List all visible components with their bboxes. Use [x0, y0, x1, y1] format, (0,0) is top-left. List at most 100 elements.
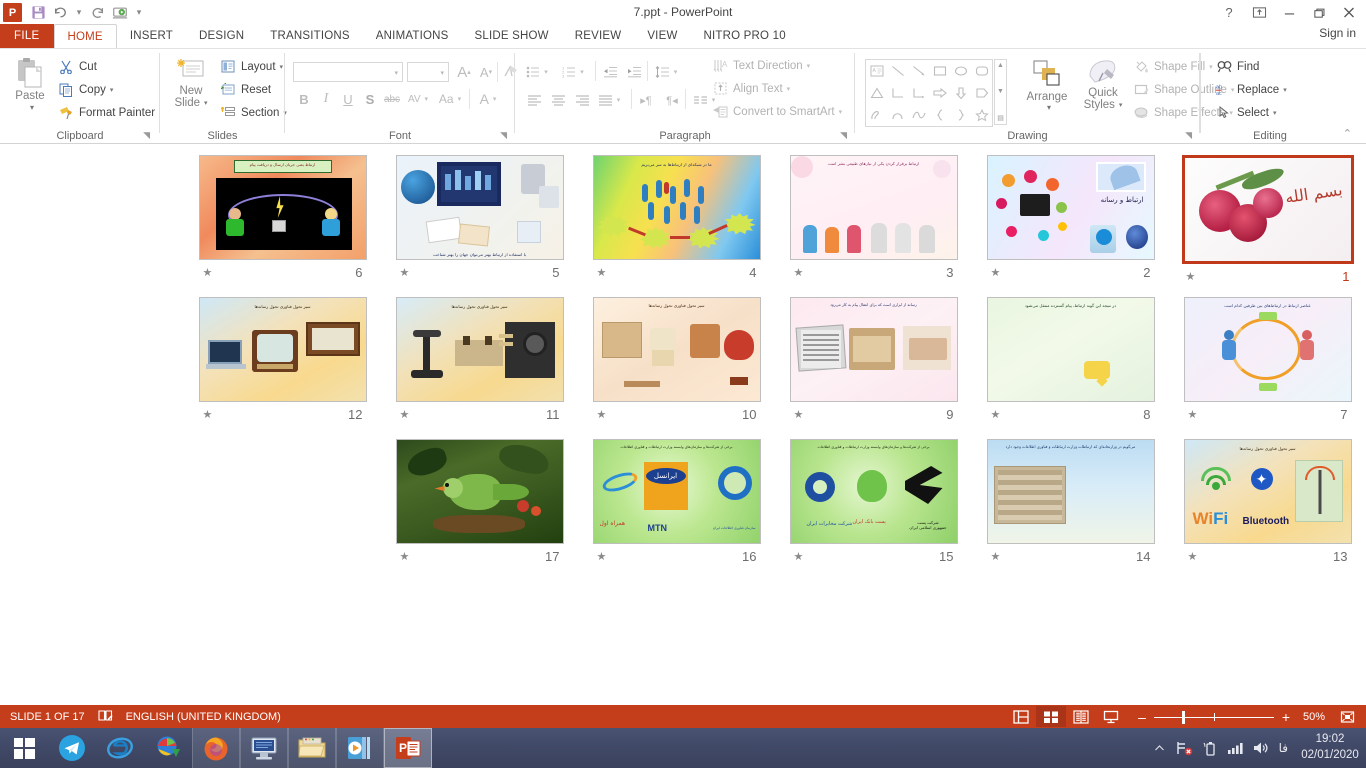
telegram-icon[interactable]	[48, 728, 96, 768]
animation-star-icon[interactable]: ★	[203, 266, 213, 279]
increase-font-size-button[interactable]: A▴	[453, 61, 475, 83]
language-label[interactable]: ENGLISH (UNITED KINGDOM)	[126, 711, 281, 723]
text-shadow-button[interactable]: S	[359, 88, 381, 110]
animation-star-icon[interactable]: ★	[597, 550, 607, 563]
tab-slide-show[interactable]: SLIDE SHOW	[462, 24, 562, 48]
animation-star-icon[interactable]: ★	[400, 550, 410, 563]
save-icon[interactable]	[27, 2, 49, 23]
tab-animations[interactable]: ANIMATIONS	[363, 24, 462, 48]
chevron-down-icon[interactable]: ▾	[440, 69, 444, 77]
fit-slide-to-window-icon[interactable]	[1334, 706, 1360, 727]
right-to-left-button[interactable]: ¶◂	[661, 89, 683, 111]
decrease-font-size-button[interactable]: A▾	[475, 61, 497, 83]
convert-to-smartart-button[interactable]: Convert to SmartArt ▾	[710, 100, 846, 123]
text-direction-dropdown-icon[interactable]: ▾	[807, 62, 811, 70]
slide-preview-9[interactable]: رسانه از ابزاری است که برای انتقال پیام …	[790, 297, 958, 402]
tab-home[interactable]: HOME	[54, 24, 117, 48]
clock[interactable]: 19:02 02/01/2020	[1298, 732, 1362, 763]
font-dialog-launcher[interactable]: ◥	[500, 130, 507, 141]
restore-button[interactable]	[1304, 2, 1334, 23]
font-name-input[interactable]: ▾	[293, 62, 403, 82]
format-painter-button[interactable]: Format Painter	[56, 101, 159, 124]
battery-icon[interactable]	[1201, 741, 1219, 756]
shapes-gallery[interactable]: A	[865, 59, 993, 127]
slide-preview-8[interactable]: در نتیجه این گونه ارتباط، پیام گسترده من…	[987, 297, 1155, 402]
bold-button[interactable]: B	[293, 88, 315, 110]
paste-dropdown-icon[interactable]: ▾	[30, 103, 34, 112]
tab-insert[interactable]: INSERT	[117, 24, 186, 48]
slide-preview-4[interactable]: ما در شبکه‌ای از ارتباط‌ها به سر می‌بریم	[593, 155, 761, 260]
slide-preview-7[interactable]: عناصر ارتباط در ارتباط‌های بین طرفین کدا…	[1184, 297, 1352, 402]
slide-thumbnail-12[interactable]: سیر تحول فناوری تحول رسانه‌ها ★ 1	[184, 297, 381, 439]
slide-preview-2[interactable]: ارتباط و رسانه	[987, 155, 1155, 260]
smartart-dropdown-icon[interactable]: ▾	[839, 108, 843, 116]
animation-star-icon[interactable]: ★	[794, 550, 804, 563]
tab-review[interactable]: REVIEW	[562, 24, 635, 48]
slide-show-view-icon[interactable]	[1096, 706, 1126, 727]
media-player-icon[interactable]	[336, 728, 384, 768]
down-arrow-shape[interactable]	[950, 82, 971, 104]
slide-thumbnail-13[interactable]: سیر تحول فناوری تحول رسانه‌ها WiFi ✦ Blu…	[1169, 439, 1366, 581]
shapes-more-icon[interactable]: ▤	[997, 114, 1004, 122]
slide-preview-11[interactable]: سیر تحول فناوری تحول رسانه‌ها	[396, 297, 564, 402]
remote-desktop-icon[interactable]	[240, 728, 288, 768]
character-spacing-dropdown-icon[interactable]: ▾	[425, 95, 429, 103]
windows-start-icon[interactable]	[0, 728, 48, 768]
justify-button[interactable]: ▾	[595, 89, 623, 111]
clipboard-dialog-launcher[interactable]: ◥	[143, 130, 150, 141]
select-dropdown-icon[interactable]: ▾	[1273, 109, 1277, 117]
animation-star-icon[interactable]: ★	[1188, 408, 1198, 421]
slide-sorter-view-icon[interactable]	[1036, 706, 1066, 727]
section-button[interactable]: Section ▾	[218, 101, 291, 124]
powerpoint-icon[interactable]: P	[384, 728, 432, 768]
slide-sorter-pane[interactable]: بسم الله ★ 1	[0, 145, 1366, 705]
slide-preview-5[interactable]: با استفاده از ارتباط بهتر می‌توان جهان ر…	[396, 155, 564, 260]
help-icon[interactable]: ?	[1214, 2, 1244, 23]
slide-thumbnail-2[interactable]: ارتباط و رسانه ★ 2	[972, 155, 1169, 297]
oval-shape[interactable]	[950, 60, 971, 82]
animation-star-icon[interactable]: ★	[991, 408, 1001, 421]
change-case-dropdown-icon[interactable]: ▾	[458, 95, 462, 103]
zoom-out-button[interactable]: –	[1134, 709, 1150, 725]
tab-nitro-pro[interactable]: NITRO PRO 10	[691, 24, 799, 48]
signal-bars-icon[interactable]	[1226, 741, 1244, 755]
find-button[interactable]: Find	[1214, 55, 1291, 78]
character-spacing-button[interactable]: AV ▾	[403, 88, 433, 110]
language-indicator[interactable]: فا	[1276, 741, 1291, 755]
zoom-control[interactable]: – +	[1134, 709, 1294, 725]
scroll-up-icon[interactable]: ▲	[997, 62, 1004, 69]
slide-thumbnail-7[interactable]: عناصر ارتباط در ارتباط‌های بین طرفین کدا…	[1169, 297, 1366, 439]
font-color-button[interactable]: A ▾	[473, 88, 503, 110]
slide-thumbnail-5[interactable]: با استفاده از ارتباط بهتر می‌توان جهان ر…	[381, 155, 578, 297]
chevron-down-icon[interactable]: ▾	[394, 69, 398, 77]
left-brace-shape[interactable]	[929, 104, 950, 126]
internet-explorer-icon[interactable]	[96, 728, 144, 768]
align-center-button[interactable]	[547, 89, 569, 111]
network-disconnected-icon[interactable]	[1176, 741, 1194, 756]
change-case-button[interactable]: Aa ▾	[435, 88, 465, 110]
slide-preview-15[interactable]: برخی از شرکت‌ها و سازمان‌های وابسته وزار…	[790, 439, 958, 544]
animation-star-icon[interactable]: ★	[597, 266, 607, 279]
strikethrough-button[interactable]: abc	[381, 88, 403, 110]
slide-count-label[interactable]: SLIDE 1 OF 17	[10, 711, 85, 723]
left-to-right-button[interactable]: ▸¶	[635, 89, 657, 111]
numbering-button[interactable]: 123 ▾	[559, 61, 587, 83]
tab-file[interactable]: FILE	[0, 24, 54, 48]
zoom-in-button[interactable]: +	[1278, 709, 1294, 725]
undo-icon[interactable]	[49, 2, 71, 23]
tab-view[interactable]: VIEW	[634, 24, 690, 48]
slide-thumbnail-11[interactable]: سیر تحول فناوری تحول رسانه‌ها	[381, 297, 578, 439]
slide-thumbnail-17[interactable]: ★ 17	[381, 439, 578, 581]
bullets-dropdown-icon[interactable]: ▾	[544, 68, 548, 76]
justify-dropdown-icon[interactable]: ▾	[617, 96, 621, 104]
copy-button[interactable]: Copy ▾	[56, 78, 159, 101]
sign-in-link[interactable]: Sign in	[1319, 26, 1356, 40]
line-shape[interactable]	[887, 60, 908, 82]
slide-thumbnail-3[interactable]: ارتباط برقرار کردن یکی از نیازهای طبیعی …	[775, 155, 972, 297]
reset-button[interactable]: Reset	[218, 78, 291, 101]
line-spacing-dropdown-icon[interactable]: ▾	[674, 68, 678, 76]
replace-button[interactable]: abac Replace ▾	[1214, 78, 1291, 101]
ribbon-display-options-icon[interactable]	[1244, 2, 1274, 23]
slide-preview-10[interactable]: سیر تحول فناوری تحول رسانه‌ها	[593, 297, 761, 402]
paste-button[interactable]: Paste ▾	[8, 57, 52, 112]
